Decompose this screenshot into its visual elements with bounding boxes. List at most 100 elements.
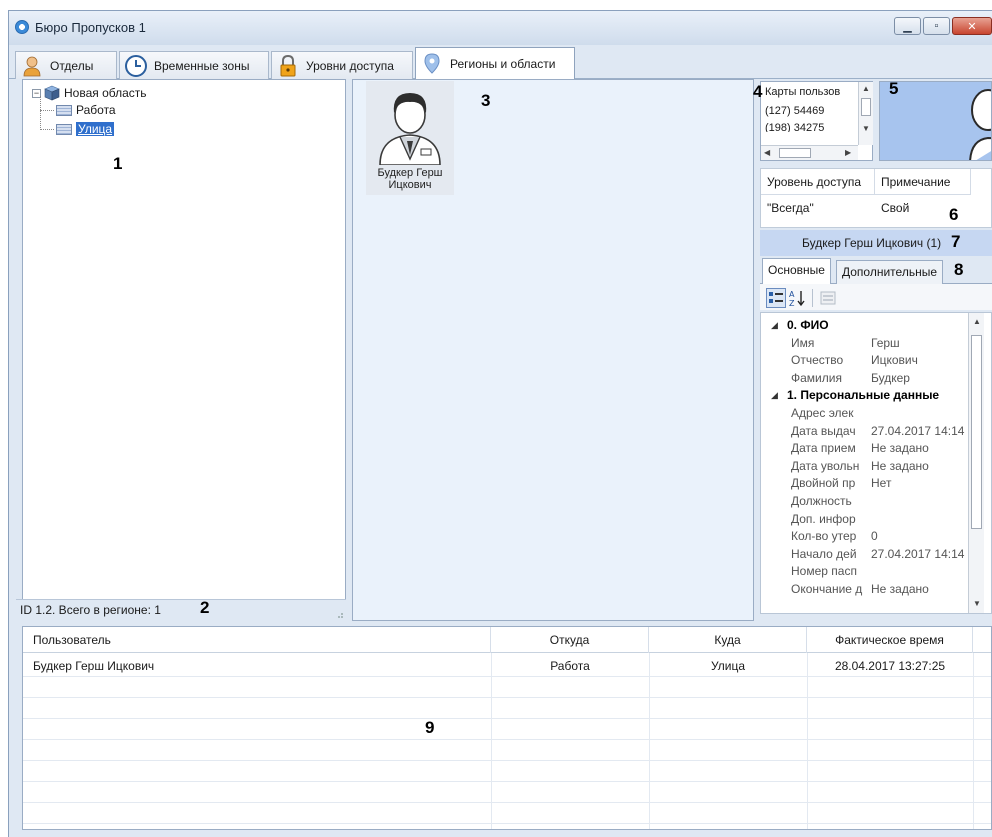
table-row[interactable] bbox=[23, 803, 991, 824]
card-item[interactable]: (127) 54469 bbox=[765, 105, 824, 117]
column-header-access-level[interactable]: Уровень доступа bbox=[761, 169, 875, 195]
user-card[interactable]: Будкер Герш Ицкович bbox=[366, 81, 454, 195]
expand-triangle-icon[interactable]: ◢ bbox=[771, 387, 778, 404]
scroll-thumb[interactable] bbox=[861, 98, 871, 116]
property-row[interactable]: Двойной пр Нет bbox=[761, 475, 967, 492]
scroll-up-icon[interactable]: ▲ bbox=[862, 84, 870, 93]
minimize-icon: ▁ bbox=[903, 20, 912, 33]
property-row[interactable]: Адрес элек bbox=[761, 405, 967, 422]
cards-horizontal-scrollbar[interactable]: ◀ ▶ bbox=[761, 145, 858, 160]
table-row[interactable] bbox=[23, 782, 991, 803]
property-value[interactable]: Будкер bbox=[871, 370, 910, 387]
property-name: Дата увольн bbox=[791, 458, 860, 473]
access-level-cell[interactable]: "Всегда" bbox=[761, 197, 814, 219]
property-value[interactable]: Герш bbox=[871, 335, 900, 352]
maximize-button[interactable]: ▫ bbox=[923, 17, 950, 35]
table-row[interactable] bbox=[23, 677, 991, 698]
property-value[interactable]: 0 bbox=[871, 528, 878, 545]
scroll-left-icon[interactable]: ◀ bbox=[764, 148, 770, 157]
column-header-user[interactable]: Пользователь bbox=[23, 627, 491, 653]
tab-access-levels[interactable]: Уровни доступа bbox=[271, 51, 413, 79]
tree-node-label: Новая область bbox=[64, 86, 147, 100]
maximize-icon: ▫ bbox=[934, 20, 939, 32]
card-item[interactable]: (198) 34275 bbox=[765, 122, 824, 132]
table-row[interactable] bbox=[23, 761, 991, 782]
table-row[interactable] bbox=[23, 719, 991, 740]
property-name: Должность bbox=[791, 494, 852, 508]
scroll-thumb[interactable] bbox=[779, 148, 811, 158]
callout-2: 2 bbox=[200, 598, 210, 617]
property-row[interactable]: Кол-во утер 0 bbox=[761, 528, 967, 545]
sort-alphabetical-icon[interactable]: A Z bbox=[788, 288, 808, 308]
property-pages-icon[interactable] bbox=[818, 288, 838, 308]
property-row[interactable]: Начало дей 27.04.2017 14:14 bbox=[761, 546, 967, 563]
column-header-from[interactable]: Откуда bbox=[491, 627, 649, 653]
note-cell[interactable]: Свой bbox=[875, 197, 909, 219]
column-header-note[interactable]: Примечание bbox=[875, 169, 971, 195]
tab-label: Уровни доступа bbox=[306, 58, 394, 73]
property-row[interactable]: Дата выдач 27.04.2017 14:14 bbox=[761, 423, 967, 440]
tab-regions[interactable]: Регионы и области bbox=[415, 47, 575, 80]
tree-node-street[interactable]: Улица bbox=[56, 122, 115, 136]
scroll-down-icon[interactable]: ▼ bbox=[862, 124, 870, 133]
area-icon bbox=[56, 104, 72, 116]
callout-9: 9 bbox=[425, 718, 435, 737]
events-grid-header: Пользователь Откуда Куда Фактическое вре… bbox=[23, 627, 991, 653]
to-cell: Улица bbox=[710, 659, 746, 673]
cube-icon bbox=[44, 85, 60, 101]
tree-connector bbox=[40, 110, 54, 111]
table-row[interactable] bbox=[23, 698, 991, 719]
column-header-actual-time[interactable]: Фактическое время bbox=[807, 627, 973, 653]
property-name: Дата выдач bbox=[791, 423, 856, 438]
property-value[interactable]: Не задано bbox=[871, 581, 929, 598]
tab-additional[interactable]: Дополнительные bbox=[836, 260, 943, 284]
cards-vertical-scrollbar[interactable]: ▲ ▼ bbox=[858, 82, 873, 145]
property-row[interactable]: Дата увольн Не задано bbox=[761, 458, 967, 475]
tree-node-work[interactable]: Работа bbox=[56, 103, 116, 117]
property-value[interactable]: Не задано bbox=[871, 440, 929, 457]
tab-label: Временные зоны bbox=[154, 58, 250, 73]
property-value[interactable]: Ицкович bbox=[871, 352, 918, 369]
minimize-button[interactable]: ▁ bbox=[894, 17, 921, 35]
property-value[interactable]: 27.04.2017 14:14 bbox=[871, 423, 964, 440]
scroll-down-icon[interactable]: ▼ bbox=[973, 599, 981, 608]
property-row[interactable]: Должность bbox=[761, 493, 967, 510]
tab-time-zones[interactable]: Временные зоны bbox=[119, 51, 269, 79]
property-category[interactable]: ◢ 1. Персональные данные bbox=[761, 387, 967, 404]
property-row[interactable]: Фамилия Будкер bbox=[761, 370, 967, 387]
table-row[interactable]: Будкер Герш Ицкович Работа Улица 28.04.2… bbox=[23, 656, 991, 677]
property-value[interactable]: 27.04.2017 14:14 bbox=[871, 546, 964, 563]
table-row[interactable] bbox=[23, 740, 991, 761]
categorized-view-icon[interactable] bbox=[766, 288, 786, 308]
property-row[interactable]: Имя Герш bbox=[761, 335, 967, 352]
property-name: Фамилия bbox=[791, 370, 842, 385]
clock-icon bbox=[125, 54, 147, 77]
scroll-thumb[interactable] bbox=[971, 335, 982, 529]
scroll-right-icon[interactable]: ▶ bbox=[845, 148, 851, 157]
scroll-up-icon[interactable]: ▲ bbox=[973, 317, 981, 326]
status-bar: ID 1.2. Всего в регионе: 1 bbox=[16, 599, 346, 621]
property-category[interactable]: ◢ 0. ФИО bbox=[761, 317, 967, 334]
close-button[interactable]: ✕ bbox=[952, 17, 992, 35]
callout-3: 3 bbox=[481, 91, 491, 110]
property-row[interactable]: Дата прием Не задано bbox=[761, 440, 967, 457]
property-name: Имя bbox=[791, 335, 815, 350]
tree-node-root[interactable]: − Новая область bbox=[32, 85, 147, 101]
property-value[interactable]: Нет bbox=[871, 475, 891, 492]
callout-6: 6 bbox=[949, 205, 959, 224]
resize-grip-icon[interactable] bbox=[334, 609, 344, 619]
property-row[interactable]: Доп. инфор bbox=[761, 511, 967, 528]
column-header-to[interactable]: Куда bbox=[649, 627, 807, 653]
property-row[interactable]: Отчество Ицкович bbox=[761, 352, 967, 369]
tab-departments[interactable]: Отделы bbox=[15, 51, 117, 79]
expand-triangle-icon[interactable]: ◢ bbox=[771, 317, 778, 334]
property-row[interactable]: Номер пасп bbox=[761, 563, 967, 580]
property-grid-scrollbar[interactable]: ▲ ▼ bbox=[968, 313, 984, 613]
map-pin-icon bbox=[424, 53, 440, 74]
tab-basic[interactable]: Основные bbox=[762, 258, 831, 285]
callout-1: 1 bbox=[113, 154, 123, 173]
property-name: Доп. инфор bbox=[791, 511, 856, 526]
property-name: Начало дей bbox=[791, 546, 857, 561]
property-row[interactable]: Окончание д Не задано bbox=[761, 581, 967, 598]
property-value[interactable]: Не задано bbox=[871, 458, 929, 475]
